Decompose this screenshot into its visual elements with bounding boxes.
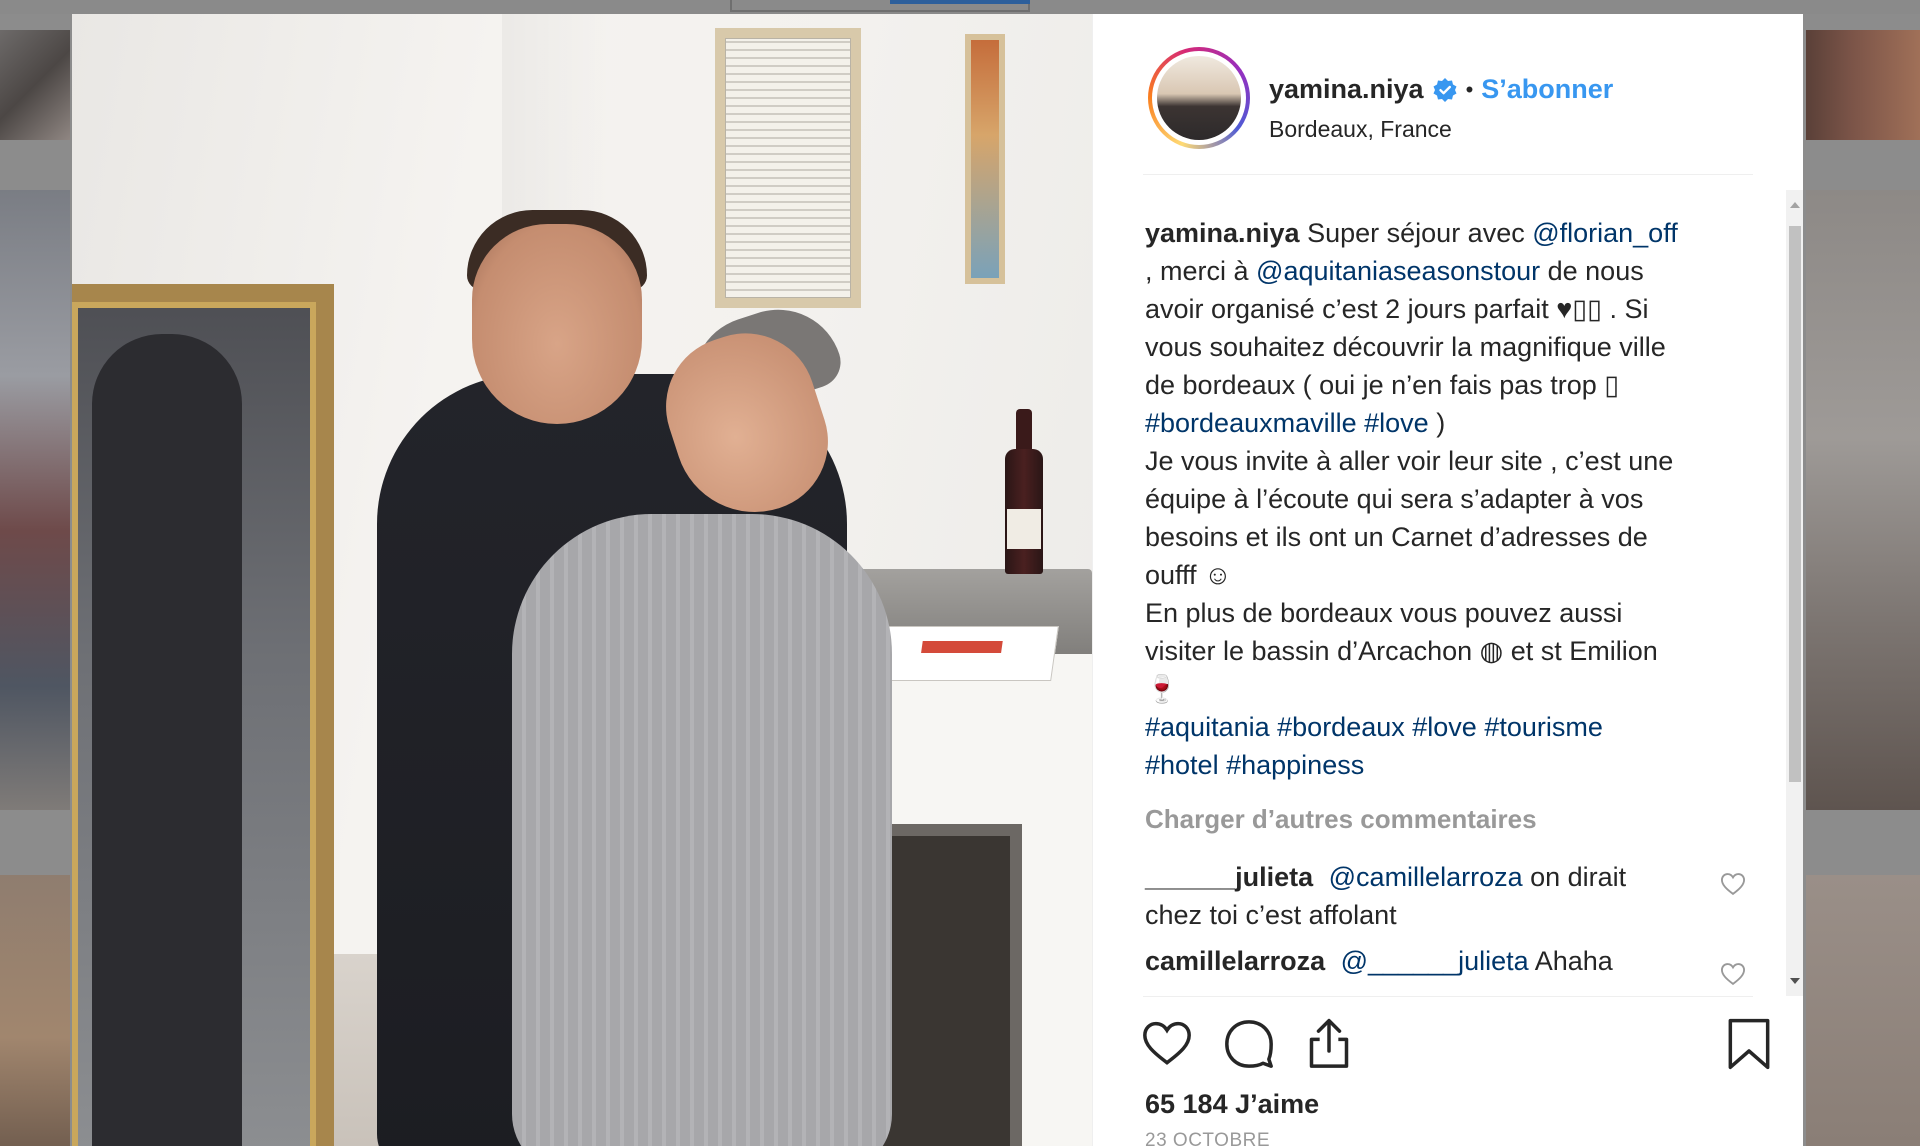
caption-text: visiter le bassin d’Arcachon ◍ et st Emi… [1145, 636, 1658, 666]
photo-wine-label [1007, 509, 1041, 549]
comment-text: Ahaha [1528, 946, 1613, 976]
bookmark-icon[interactable] [1721, 1016, 1777, 1072]
verified-badge-icon [1432, 77, 1458, 103]
caption-line: avoir organisé c’est 2 jours parfait ♥▯▯… [1145, 290, 1735, 328]
caption-hashtag[interactable]: #love [1364, 408, 1429, 438]
caption-line: , merci à @aquitaniaseasonstour de nous [1145, 252, 1735, 290]
caption-mention[interactable]: @florian_off [1532, 218, 1678, 248]
post-side-panel: yamina.niya • S’abonner Bordeaux, France… [1092, 14, 1803, 1146]
header-divider [1143, 174, 1753, 175]
load-more-comments-button[interactable]: Charger d’autres commentaires [1145, 800, 1735, 838]
caption-text: vous souhaitez découvrir la magnifique v… [1145, 332, 1666, 362]
avatar-image [1157, 56, 1241, 140]
caption-text [1270, 712, 1278, 742]
caption-line: 🍷 [1145, 670, 1735, 708]
avatar[interactable] [1148, 47, 1250, 149]
comment-like-icon[interactable] [1719, 960, 1747, 988]
caption-text [1219, 750, 1227, 780]
photo-small-frame [965, 34, 1005, 284]
background-thumbnail [1806, 190, 1920, 810]
comments-list: yamina.niya Super séjour avec @florian_o… [1145, 214, 1746, 986]
caption-line: #aquitania #bordeaux #love #tourisme [1145, 708, 1735, 746]
caption-line: oufff ☺ [1145, 556, 1735, 594]
comment-bubble-icon[interactable] [1221, 1016, 1277, 1072]
comment-mention[interactable]: @camillelarroza [1329, 862, 1523, 892]
caption-hashtag[interactable]: #happiness [1226, 750, 1364, 780]
location-link[interactable]: Bordeaux, France [1269, 116, 1452, 143]
caption-text: Super séjour avec [1307, 218, 1533, 248]
background-thumbnail [0, 30, 70, 140]
photo-framed-print [715, 28, 861, 308]
caption-text: équipe à l’écoute qui sera s’adapter à v… [1145, 484, 1644, 514]
post-date: 23 OCTOBRE [1145, 1130, 1271, 1146]
caption-hashtag[interactable]: #bordeaux [1277, 712, 1405, 742]
like-count[interactable]: 65 184 J’aime [1145, 1089, 1319, 1120]
caption-text: 🍷 [1145, 674, 1179, 704]
caption-line: Je vous invite à aller voir leur site , … [1145, 442, 1735, 480]
scroll-up-arrow-icon[interactable] [1786, 196, 1803, 214]
caption-line: équipe à l’écoute qui sera s’adapter à v… [1145, 480, 1735, 518]
actions-divider [1143, 996, 1753, 997]
caption-line: yamina.niya Super séjour avec @florian_o… [1145, 214, 1735, 252]
caption-hashtag[interactable]: #hotel [1145, 750, 1219, 780]
caption-text: Je vous invite à aller voir leur site , … [1145, 446, 1674, 476]
share-icon[interactable] [1301, 1016, 1357, 1072]
comment-like-icon[interactable] [1719, 870, 1747, 898]
caption-hashtag[interactable]: #bordeauxmaville [1145, 408, 1357, 438]
comment-author[interactable]: ______julieta [1145, 862, 1313, 892]
caption-text: En plus de bordeaux vous pouvez aussi [1145, 598, 1623, 628]
caption-author[interactable]: yamina.niya [1145, 218, 1300, 248]
comment-mention[interactable]: @______julieta [1341, 946, 1529, 976]
caption-line: vous souhaitez découvrir la magnifique v… [1145, 328, 1735, 366]
comment-item: ______julieta @camillelarroza on dirait … [1145, 858, 1746, 934]
username-row: yamina.niya • S’abonner [1269, 74, 1613, 105]
caption-text: de nous [1540, 256, 1644, 286]
post-modal: yamina.niya • S’abonner Bordeaux, France… [72, 14, 1803, 1146]
comment-author[interactable]: camillelarroza [1145, 946, 1325, 976]
caption-text: , merci à [1145, 256, 1257, 286]
caption-hashtag[interactable]: #love [1412, 712, 1477, 742]
caption-hashtag[interactable]: #tourisme [1484, 712, 1603, 742]
action-bar [1093, 1004, 1803, 1084]
caption-text: oufff ☺ [1145, 560, 1232, 590]
caption-text: de bordeaux ( oui je n’en fais pas trop … [1145, 370, 1620, 400]
caption-hashtag[interactable]: #aquitania [1145, 712, 1270, 742]
photo-woman-dress [512, 514, 892, 1146]
comment-text: on dirait [1522, 862, 1627, 892]
post-header: yamina.niya • S’abonner Bordeaux, France [1093, 14, 1803, 174]
comment-text-continued: chez toi c’est affolant [1145, 900, 1397, 930]
photo-man-face [472, 224, 642, 424]
username-link[interactable]: yamina.niya [1269, 74, 1424, 105]
background-thumbnail [1806, 875, 1920, 1146]
post-caption: yamina.niya Super séjour avec @florian_o… [1145, 214, 1735, 784]
background-thumbnail [0, 875, 70, 1146]
post-photo[interactable] [72, 14, 1092, 1146]
caption-line: besoins et ils ont un Carnet d’adresses … [1145, 518, 1735, 556]
caption-line: En plus de bordeaux vous pouvez aussi [1145, 594, 1735, 632]
caption-line: visiter le bassin d’Arcachon ◍ et st Emi… [1145, 632, 1735, 670]
caption-mention[interactable]: @aquitaniaseasonstour [1256, 256, 1540, 286]
caption-text: ) [1428, 408, 1446, 438]
background-thumbnail [1806, 30, 1920, 140]
caption-text: avoir organisé c’est 2 jours parfait ♥▯▯… [1145, 294, 1649, 324]
comments-scrollbar[interactable] [1786, 190, 1803, 996]
comments-scroll-area[interactable]: yamina.niya Super séjour avec @florian_o… [1093, 190, 1803, 996]
caption-line: #hotel #happiness [1145, 746, 1735, 784]
scroll-down-arrow-icon[interactable] [1786, 972, 1803, 990]
heart-icon[interactable] [1139, 1016, 1195, 1072]
photo-book [876, 626, 1059, 681]
background-accent-bar [890, 0, 1030, 4]
caption-text: besoins et ils ont un Carnet d’adresses … [1145, 522, 1648, 552]
caption-text [1357, 408, 1365, 438]
comment-item: camillelarroza @______julieta Ahaha [1145, 942, 1746, 986]
background-thumbnail [0, 190, 70, 810]
photo-mirror-reflection [92, 334, 242, 1146]
caption-line: #bordeauxmaville #love ) [1145, 404, 1735, 442]
separator-dot: • [1465, 76, 1474, 102]
scrollbar-thumb[interactable] [1789, 226, 1801, 782]
follow-button[interactable]: S’abonner [1481, 74, 1613, 105]
caption-line: de bordeaux ( oui je n’en fais pas trop … [1145, 366, 1735, 404]
